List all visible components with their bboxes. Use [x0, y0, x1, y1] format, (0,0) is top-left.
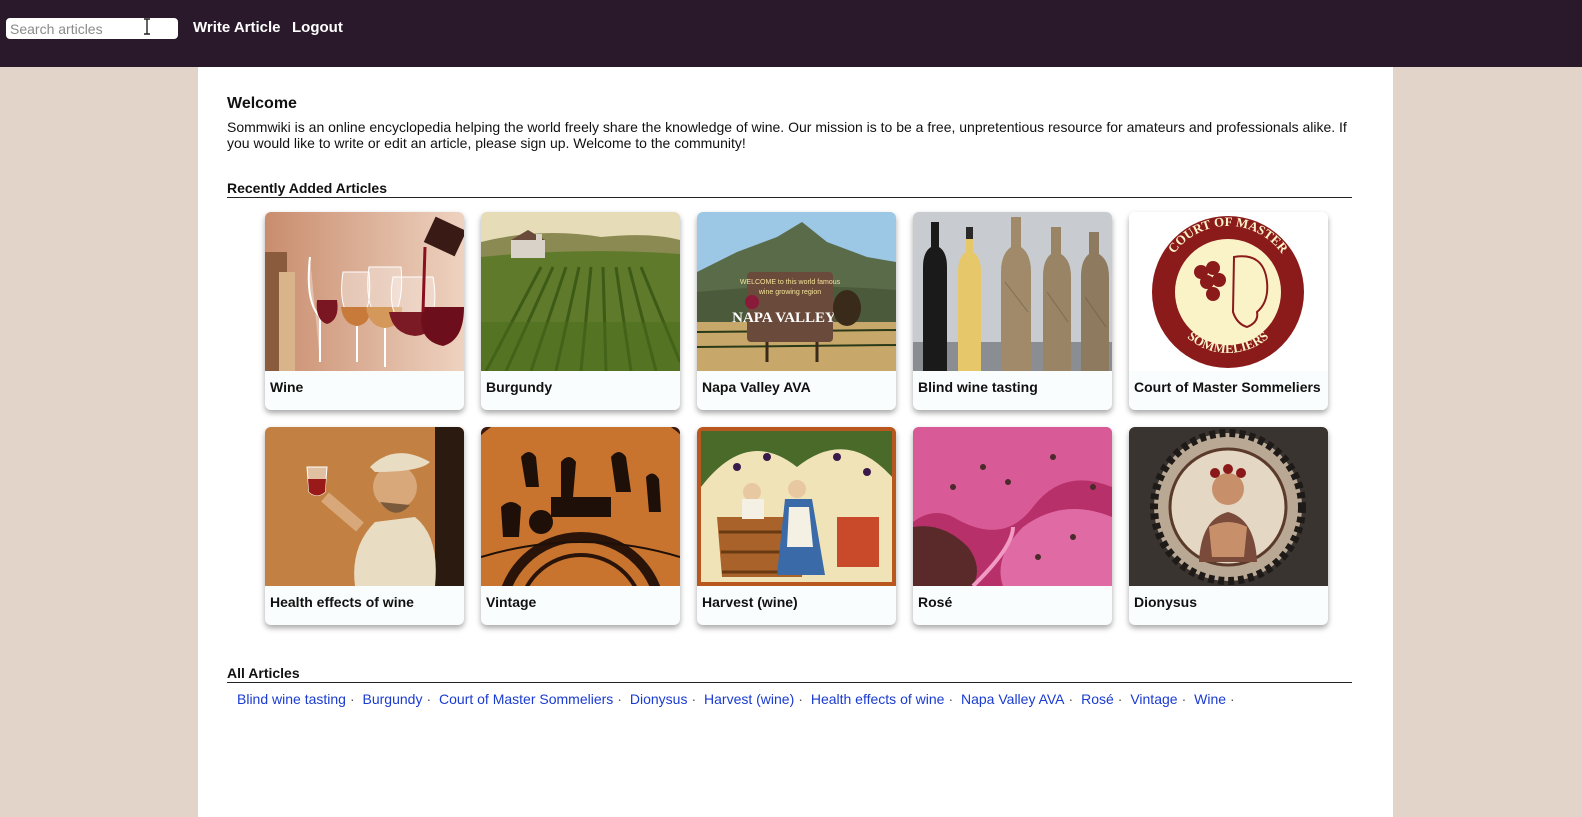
article-card-title: Wine: [270, 379, 304, 395]
medieval-harvest-image: [697, 427, 896, 586]
court-thumbnail: COURT OF MASTER SOMMELIERS: [1129, 212, 1328, 371]
article-card-court-of-master-sommeliers[interactable]: COURT OF MASTER SOMMELIERS Court of Mast…: [1129, 212, 1328, 410]
link-separator: ·: [948, 691, 954, 707]
article-card-blind-wine-tasting[interactable]: Blind wine tasting: [913, 212, 1112, 410]
article-card-title: Court of Master Sommeliers: [1134, 379, 1321, 395]
article-link-health-effects-of-wine[interactable]: Health effects of wine: [811, 691, 945, 707]
article-card-title: Harvest (wine): [702, 594, 798, 610]
article-link-vintage[interactable]: Vintage: [1130, 691, 1177, 707]
all-articles-list: Blind wine tasting · Burgundy · Court of M…: [237, 691, 1239, 707]
link-separator: ·: [691, 691, 697, 707]
all-articles-heading: All Articles: [227, 665, 1352, 683]
link-separator: ·: [1117, 691, 1123, 707]
article-card-burgundy[interactable]: Burgundy: [481, 212, 680, 410]
dionysus-thumbnail: [1129, 427, 1328, 586]
mosaic-dionysus-image: [1129, 427, 1328, 586]
article-card-vintage[interactable]: Vintage: [481, 427, 680, 625]
article-link-dionysus[interactable]: Dionysus: [630, 691, 688, 707]
article-card-harvest-wine[interactable]: Harvest (wine): [697, 427, 896, 625]
logout-link[interactable]: Logout: [292, 19, 343, 36]
write-article-link[interactable]: Write Article: [193, 19, 281, 36]
article-card-health-effects-of-wine[interactable]: Health effects of wine: [265, 427, 464, 625]
welcome-text: Sommwiki is an online encyclopedia helpi…: [227, 119, 1347, 151]
link-separator: ·: [1068, 691, 1074, 707]
article-card-dionysus[interactable]: Dionysus: [1129, 427, 1328, 625]
link-separator: ·: [798, 691, 803, 707]
top-nav-bar: Write Article Logout: [0, 0, 1582, 67]
article-card-napa-valley-ava[interactable]: WELCOME to this world famous wine growin…: [697, 212, 896, 410]
article-link-court-of-master-sommeliers[interactable]: Court of Master Sommeliers: [439, 691, 613, 707]
article-card-title: Blind wine tasting: [918, 379, 1038, 395]
search-input[interactable]: [6, 18, 178, 39]
link-separator: ·: [1230, 691, 1235, 707]
article-card-title: Vintage: [486, 594, 537, 610]
burgundy-thumbnail: [481, 212, 680, 371]
article-link-wine[interactable]: Wine: [1194, 691, 1226, 707]
svg-text:wine growing region: wine growing region: [758, 289, 821, 296]
pink-must-image: [913, 427, 1112, 586]
greek-vase-image: [481, 427, 680, 586]
link-separator: ·: [426, 691, 432, 707]
article-grid: Wine Burgundy WELCOME to this world famo…: [265, 212, 1328, 625]
article-card-title: Health effects of wine: [270, 594, 414, 610]
article-link-blind-wine-tasting[interactable]: Blind wine tasting: [237, 691, 346, 707]
article-card-rose[interactable]: Rosé: [913, 427, 1112, 625]
article-link-burgundy[interactable]: Burgundy: [363, 691, 423, 707]
article-card-title: Burgundy: [486, 379, 553, 395]
search-box: [6, 18, 178, 39]
wrapped-bottles-image: [913, 212, 1112, 371]
article-link-napa-valley-ava[interactable]: Napa Valley AVA: [961, 691, 1065, 707]
article-link-harvest-wine[interactable]: Harvest (wine): [704, 691, 794, 707]
vintage-thumbnail: [481, 427, 680, 586]
vineyard-image: [481, 212, 680, 371]
article-card-title: Rosé: [918, 594, 953, 610]
harvest-thumbnail: [697, 427, 896, 586]
article-card-title: Dionysus: [1134, 594, 1198, 610]
blind-tasting-thumbnail: [913, 212, 1112, 371]
svg-text:NAPA VALLEY: NAPA VALLEY: [732, 310, 836, 326]
link-separator: ·: [617, 691, 622, 707]
welcome-heading: Welcome: [227, 95, 297, 112]
health-effects-thumbnail: [265, 427, 464, 586]
article-card-title: Napa Valley AVA: [702, 379, 811, 395]
recently-added-heading: Recently Added Articles: [227, 180, 1352, 198]
text-cursor-icon: [144, 18, 150, 35]
painting-man-glass-image: [265, 427, 464, 586]
link-separator: ·: [1181, 691, 1187, 707]
svg-text:WELCOME to this world famous: WELCOME to this world famous: [740, 279, 841, 286]
main-content: Welcome Sommwiki is an online encycloped…: [198, 67, 1393, 817]
link-separator: ·: [349, 691, 355, 707]
article-card-wine[interactable]: Wine: [265, 212, 464, 410]
court-seal-image: COURT OF MASTER SOMMELIERS: [1129, 212, 1328, 371]
article-link-rose[interactable]: Rosé: [1081, 691, 1114, 707]
napa-sign-image: WELCOME to this world famous wine growin…: [697, 212, 896, 371]
napa-thumbnail: WELCOME to this world famous wine growin…: [697, 212, 896, 371]
wine-thumbnail: [265, 212, 464, 371]
wine-glasses-image: [265, 212, 464, 371]
rose-thumbnail: [913, 427, 1112, 586]
